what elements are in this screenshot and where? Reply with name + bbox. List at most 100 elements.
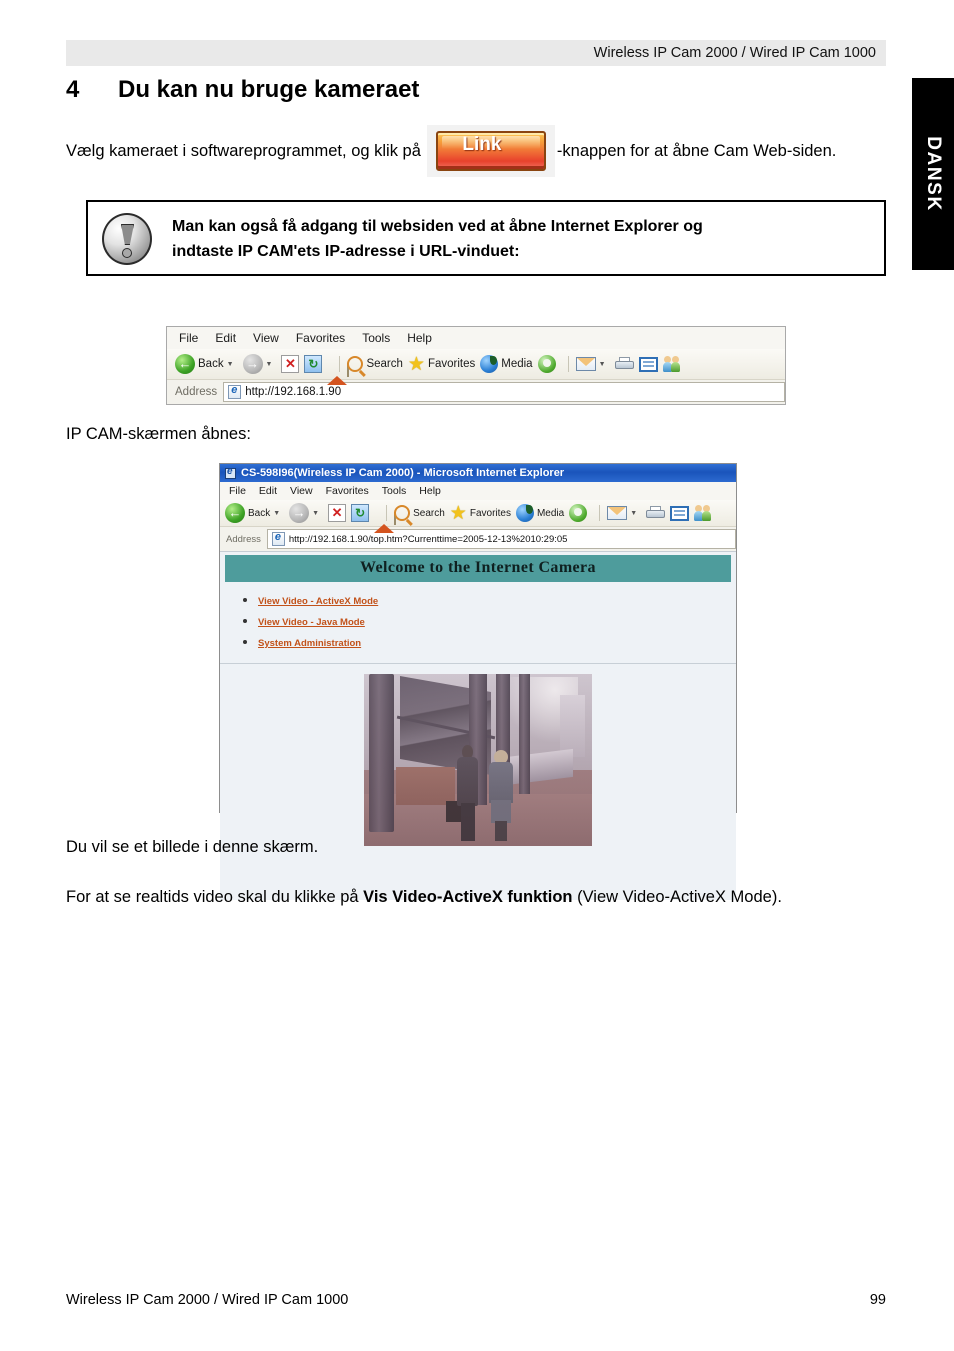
- list-item: View Video - Java Mode: [258, 612, 736, 630]
- menu-item-help-2[interactable]: Help: [419, 485, 441, 497]
- chevron-down-icon-mail-2[interactable]: ▼: [630, 510, 637, 517]
- back-button-label-2: Back: [248, 507, 271, 519]
- browser-toolbar-screenshot: File Edit View Favorites Tools Help ← Back ▼ …: [166, 326, 786, 405]
- menu-item-file[interactable]: File: [179, 331, 198, 345]
- address-bar-label-2: Address: [226, 533, 261, 545]
- address-bar: Address http://192.168.1.90: [167, 379, 785, 404]
- note-line-2: indtaste IP CAM'ets IP-adresse i URL-vin…: [172, 243, 520, 260]
- refresh-button-2[interactable]: ↻: [351, 504, 370, 522]
- media-globe-icon: [480, 355, 499, 373]
- menu-item-edit[interactable]: Edit: [215, 331, 236, 345]
- address-input[interactable]: http://192.168.1.90: [223, 382, 785, 402]
- exclamation-dot: [122, 248, 132, 258]
- messenger-button[interactable]: [662, 356, 683, 372]
- address-bar-2: Address http://192.168.1.90/top.htm?Curr…: [220, 526, 736, 551]
- section-heading: 4 Du kan nu bruge kameraet: [66, 76, 419, 104]
- media-button[interactable]: Media: [480, 355, 533, 373]
- chevron-down-icon-forward-2[interactable]: ▼: [312, 510, 319, 517]
- address-input-2[interactable]: http://192.168.1.90/top.htm?Currenttime=…: [266, 529, 736, 549]
- mail-button[interactable]: ▼: [575, 357, 610, 371]
- search-button-2[interactable]: Search: [394, 505, 445, 521]
- link-view-video-java[interactable]: View Video - Java Mode: [258, 617, 365, 628]
- address-input-value: http://192.168.1.90: [245, 386, 342, 398]
- link-view-video-activex[interactable]: View Video - ActiveX Mode: [258, 596, 378, 607]
- chevron-down-icon-2[interactable]: ▼: [273, 510, 280, 517]
- edit-button[interactable]: [638, 356, 658, 372]
- welcome-banner: Welcome to the Internet Camera: [225, 555, 731, 582]
- internet-explorer-icon: [225, 466, 236, 479]
- paragraph-billede: Du vil se et billede i denne skærm.: [66, 838, 319, 856]
- exclamation-stroke: [121, 224, 134, 245]
- refresh-icon: ↻: [304, 355, 323, 373]
- stop-button-2[interactable]: ✕: [328, 504, 347, 522]
- navigation-toolbar-2: ← Back ▼ → ▼ ✕ ↻ Search ★ Favorites Medi…: [220, 500, 736, 533]
- menu-item-view[interactable]: View: [253, 331, 279, 345]
- exclamation-circle-icon: [102, 213, 152, 265]
- refresh-button[interactable]: ↻: [304, 355, 323, 373]
- star-icon: ★: [407, 353, 425, 375]
- note-text: Man kan også få adgang til websiden ved …: [172, 214, 874, 264]
- back-button-label: Back: [198, 358, 224, 370]
- paragraph-realtids: For at se realtids video skal du klikke …: [66, 884, 896, 910]
- printer-icon: [614, 357, 634, 371]
- note-box: Man kan også få adgang til websiden ved …: [86, 200, 886, 276]
- forward-button[interactable]: → ▼: [242, 354, 277, 374]
- menu-item-tools[interactable]: Tools: [362, 331, 390, 345]
- back-button[interactable]: ← Back ▼: [175, 354, 238, 374]
- print-button-2[interactable]: [646, 506, 666, 520]
- internet-explorer-page-icon-2: [271, 531, 285, 546]
- messenger-people-icon: [662, 356, 683, 372]
- chevron-down-icon-mail[interactable]: ▼: [599, 361, 606, 368]
- menu-item-edit-2[interactable]: Edit: [259, 485, 277, 497]
- menu-item-tools-2[interactable]: Tools: [382, 485, 407, 497]
- media-button-2[interactable]: Media: [515, 504, 565, 522]
- back-arrow-icon: ←: [175, 354, 195, 374]
- footer-product-name: Wireless IP Cam 2000 / Wired IP Cam 1000: [66, 1292, 349, 1308]
- intro-paragraph: Vælg kameraet i softwareprogrammet, og k…: [66, 124, 886, 177]
- mail-envelope-icon: [575, 357, 596, 371]
- media-button-label-2: Media: [536, 507, 565, 519]
- section-number: 4: [66, 76, 80, 103]
- edit-page-icon: [638, 356, 658, 372]
- search-button[interactable]: Search: [347, 356, 403, 372]
- back-button-2[interactable]: ← Back ▼: [225, 503, 284, 523]
- page-header-band: Wireless IP Cam 2000 / Wired IP Cam 1000: [66, 40, 886, 66]
- camera-live-photo: [364, 674, 592, 846]
- history-clock-icon-2: [569, 504, 588, 522]
- address-bar-label: Address: [175, 386, 218, 398]
- link-system-administration[interactable]: System Administration: [258, 638, 361, 649]
- navigation-toolbar: ← Back ▼ → ▼ ✕ ↻ Search ★ Favorites Medi…: [167, 349, 785, 385]
- favorites-button[interactable]: ★ Favorites: [408, 355, 475, 374]
- camera-links-list: View Video - ActiveX Mode View Video - J…: [220, 582, 736, 664]
- messenger-button-2[interactable]: [694, 505, 714, 521]
- browser-window-screenshot: CS-598I96(Wireless IP Cam 2000) - Micros…: [219, 463, 737, 900]
- refresh-icon-2: ↻: [351, 504, 370, 522]
- footer-page-number: 99: [869, 1292, 886, 1308]
- chevron-down-icon-forward[interactable]: ▼: [266, 361, 273, 368]
- messenger-people-icon-2: [694, 505, 714, 521]
- print-button[interactable]: [614, 357, 634, 371]
- stop-icon-2: ✕: [328, 504, 347, 522]
- language-side-tab-label: DANSK: [923, 136, 944, 212]
- menu-item-file-2[interactable]: File: [229, 485, 246, 497]
- edit-button-2[interactable]: [670, 505, 690, 521]
- history-button-2[interactable]: [569, 504, 588, 522]
- menu-bar: File Edit View Favorites Tools Help: [167, 327, 785, 349]
- mail-button-2[interactable]: ▼: [607, 506, 641, 520]
- address-input-value-2: http://192.168.1.90/top.htm?Currenttime=…: [288, 533, 568, 545]
- favorites-button-2[interactable]: ★ Favorites: [450, 504, 511, 523]
- list-item: System Administration: [258, 633, 736, 651]
- menu-item-help[interactable]: Help: [407, 331, 432, 345]
- history-clock-icon: [537, 355, 556, 373]
- window-title: CS-598I96(Wireless IP Cam 2000) - Micros…: [241, 467, 565, 479]
- favorites-button-label-2: Favorites: [469, 507, 511, 519]
- stop-button[interactable]: ✕: [281, 355, 300, 373]
- chevron-down-icon[interactable]: ▼: [227, 361, 234, 368]
- history-button[interactable]: [537, 355, 556, 373]
- section-title: Du kan nu bruge kameraet: [118, 76, 420, 103]
- menu-item-favorites[interactable]: Favorites: [296, 331, 345, 345]
- menu-item-view-2[interactable]: View: [290, 485, 313, 497]
- forward-button-2[interactable]: → ▼: [289, 503, 323, 523]
- menu-item-favorites-2[interactable]: Favorites: [326, 485, 369, 497]
- link-button-screenshot: Link: [426, 124, 555, 177]
